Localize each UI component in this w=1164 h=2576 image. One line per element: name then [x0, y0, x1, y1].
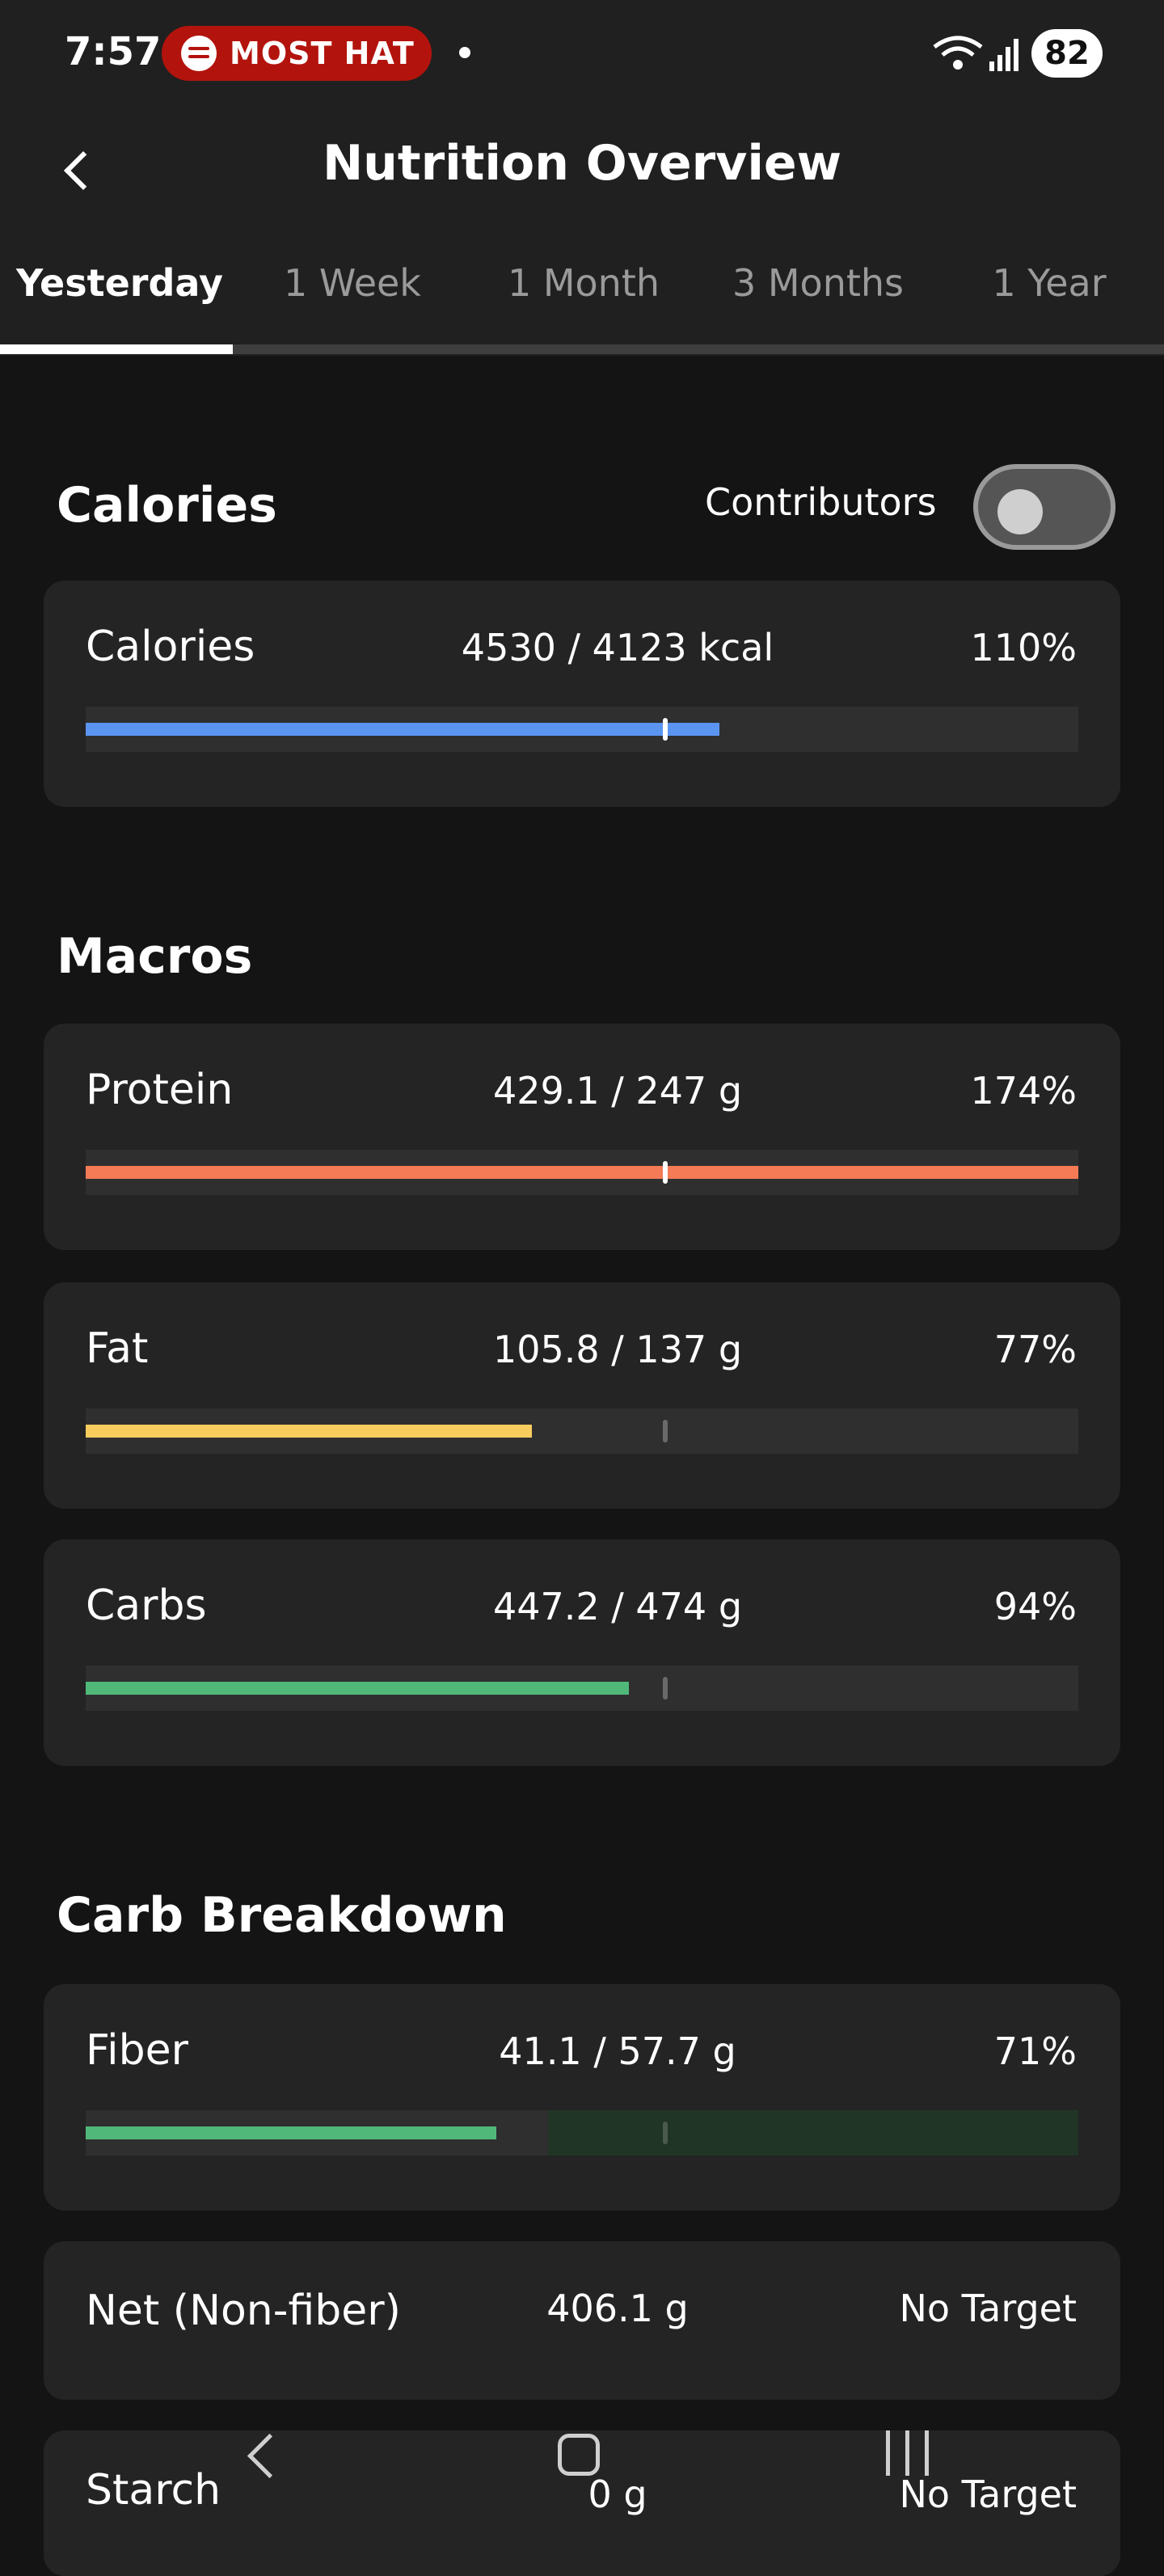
- carbs-target-marker: [663, 1677, 668, 1700]
- protein-target-marker: [663, 1161, 668, 1184]
- net-carbs-amount: 406.1 g: [546, 2287, 689, 2330]
- media-pill-text: MOST HAT: [230, 36, 415, 71]
- protein-progress-fill: [86, 1166, 1078, 1179]
- protein-label: Protein: [86, 1066, 234, 1114]
- system-nav-bar: [0, 2393, 1164, 2523]
- fat-amount: 105.8 / 137 g: [492, 1328, 743, 1371]
- tab-yesterday[interactable]: Yesterday: [0, 243, 239, 356]
- protein-percent: 174%: [970, 1069, 1077, 1113]
- calories-percent: 110%: [970, 626, 1077, 669]
- tab-1-week[interactable]: 1 Week: [239, 243, 466, 356]
- recent-apps-icon[interactable]: [886, 2430, 931, 2476]
- app-header: Nutrition Overview: [0, 113, 1164, 243]
- fiber-label: Fiber: [86, 2026, 188, 2075]
- carbs-progress-bar: [86, 1666, 1078, 1711]
- carbs-card[interactable]: Carbs 447.2 / 474 g 94%: [44, 1539, 1120, 1766]
- fat-percent: 77%: [993, 1328, 1077, 1371]
- protein-progress-bar: [86, 1150, 1078, 1195]
- calories-card[interactable]: Calories 4530 / 4123 kcal 110%: [44, 581, 1120, 807]
- period-tabs: Yesterday 1 Week 1 Month 3 Months 1 Year: [0, 243, 1164, 356]
- tab-1-month[interactable]: 1 Month: [466, 243, 702, 356]
- fiber-progress-bar: [86, 2110, 1078, 2156]
- fat-progress-bar: [86, 1408, 1078, 1454]
- fiber-card[interactable]: Fiber 41.1 / 57.7 g 71%: [44, 1984, 1120, 2211]
- tab-3-months[interactable]: 3 Months: [702, 243, 934, 356]
- calories-progress-fill: [86, 723, 719, 736]
- media-pill[interactable]: MOST HAT: [162, 26, 432, 81]
- calories-label: Calories: [86, 623, 255, 671]
- net-carbs-label: Net (Non-fiber): [86, 2287, 401, 2335]
- home-nav-icon[interactable]: [558, 2434, 600, 2476]
- carbs-amount: 447.2 / 474 g: [492, 1585, 743, 1628]
- calories-amount: 4530 / 4123 kcal: [461, 626, 774, 669]
- notification-dot: [459, 47, 470, 58]
- protein-amount: 429.1 / 247 g: [492, 1069, 743, 1113]
- contributors-label: Contributors: [705, 480, 937, 524]
- signal-icon: [989, 39, 1018, 71]
- net-carbs-target: No Target: [899, 2287, 1078, 2330]
- fiber-target-zone: [548, 2110, 1078, 2156]
- fat-label: Fat: [86, 1324, 149, 1373]
- calories-target-marker: [663, 718, 668, 741]
- toggle-knob: [997, 489, 1043, 534]
- active-tab-indicator: [0, 344, 233, 354]
- protein-card[interactable]: Protein 429.1 / 247 g 174%: [44, 1024, 1120, 1250]
- net-carbs-card[interactable]: Net (Non-fiber) 406.1 g No Target: [44, 2241, 1120, 2400]
- fiber-percent: 71%: [993, 2029, 1077, 2073]
- spotify-icon: [181, 36, 217, 71]
- page-title: Nutrition Overview: [322, 135, 842, 192]
- contributors-toggle[interactable]: [973, 464, 1116, 550]
- wifi-icon: [933, 36, 983, 70]
- calories-progress-bar: [86, 707, 1078, 752]
- tab-1-year[interactable]: 1 Year: [934, 243, 1164, 356]
- fat-target-marker: [663, 1420, 668, 1442]
- fiber-target-marker: [663, 2122, 668, 2144]
- macros-section-title: Macros: [57, 928, 253, 985]
- fat-card[interactable]: Fat 105.8 / 137 g 77%: [44, 1282, 1120, 1509]
- back-nav-icon[interactable]: [239, 2432, 280, 2489]
- carbs-label: Carbs: [86, 1581, 207, 1630]
- fiber-progress-fill: [86, 2126, 496, 2139]
- carbs-progress-fill: [86, 1682, 629, 1695]
- carbs-percent: 94%: [993, 1585, 1077, 1628]
- fat-progress-fill: [86, 1425, 532, 1438]
- battery-icon: 82: [1031, 29, 1103, 78]
- carb-breakdown-section-title: Carb Breakdown: [57, 1887, 507, 1944]
- calories-section-title: Calories: [57, 477, 277, 534]
- fiber-amount: 41.1 / 57.7 g: [499, 2029, 736, 2073]
- status-time: 7:57: [65, 29, 162, 74]
- status-bar: 7:57 MOST HAT 82: [0, 0, 1164, 113]
